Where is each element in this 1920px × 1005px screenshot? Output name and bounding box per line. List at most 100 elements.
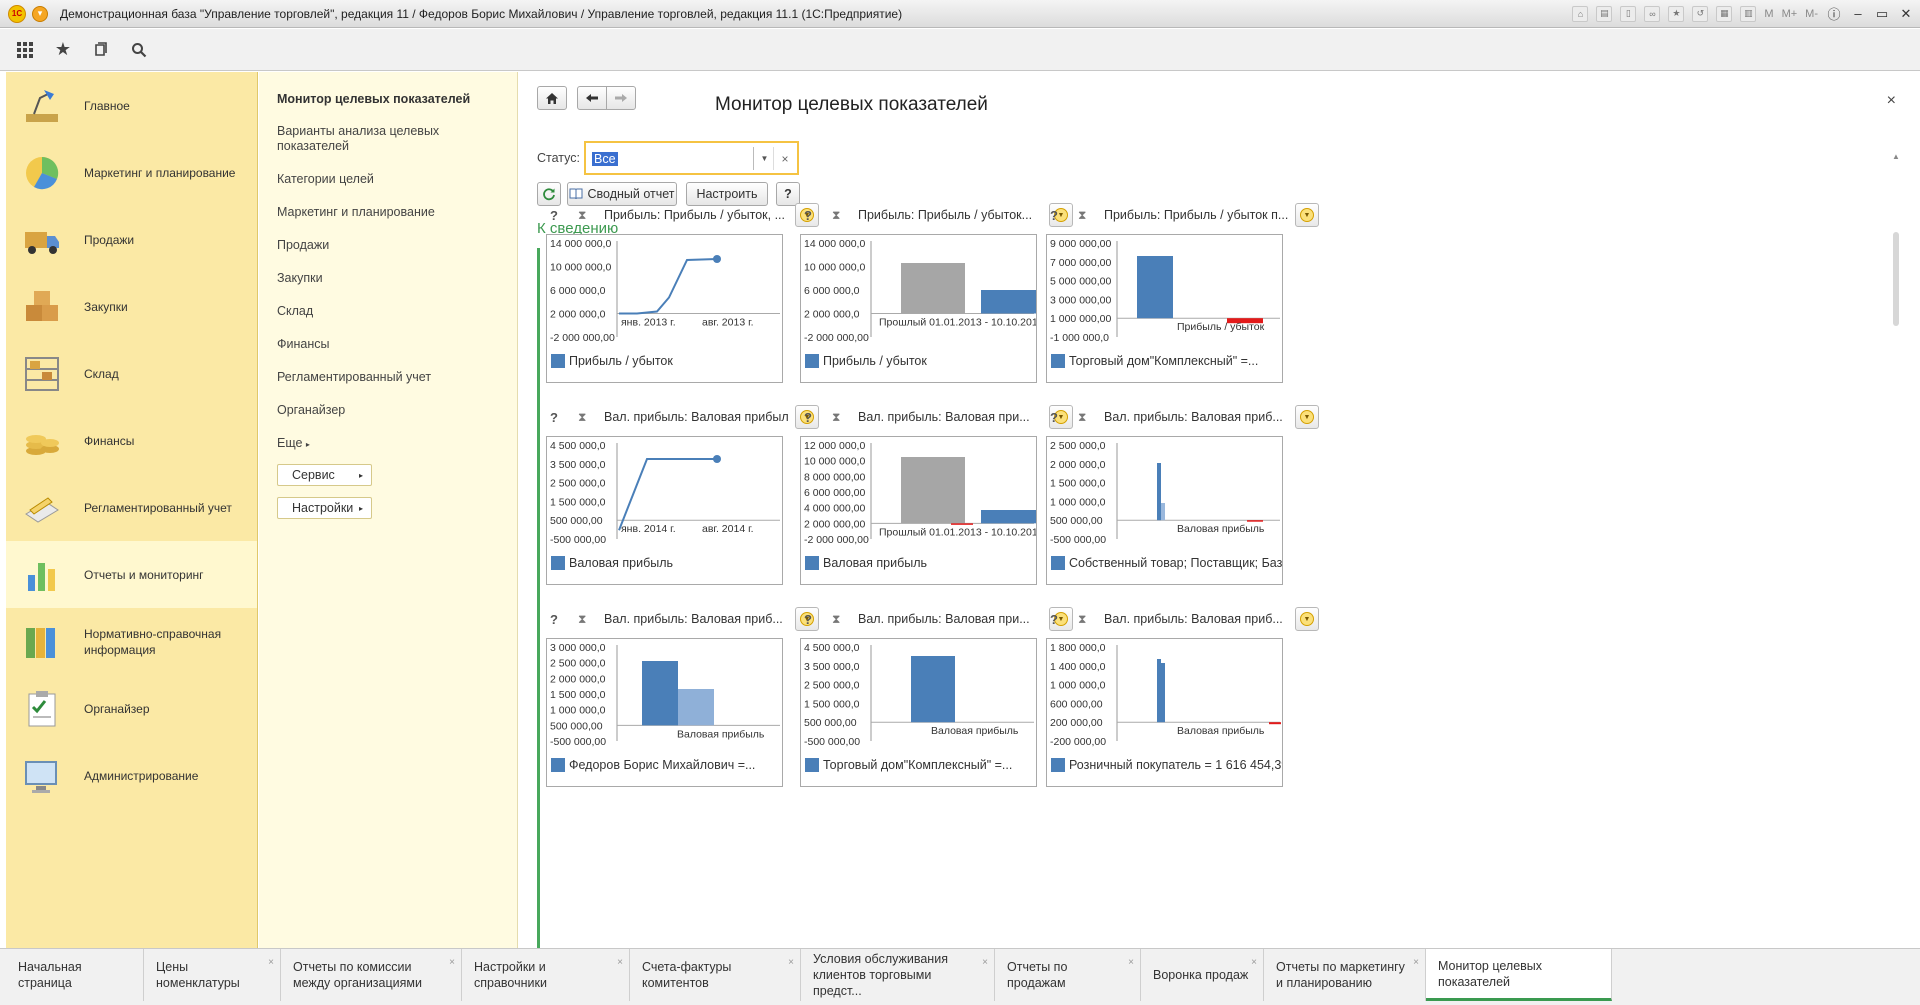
widget-title[interactable]: Прибыль: Прибыль / убыток, ... bbox=[604, 208, 789, 222]
nav-item[interactable]: Финансы bbox=[277, 337, 477, 352]
nav-item[interactable]: Склад bbox=[277, 304, 477, 319]
widget-title[interactable]: Вал. прибыль: Валовая приб... bbox=[1104, 612, 1289, 626]
status-field[interactable]: Все ▼ × bbox=[584, 141, 799, 175]
section-item[interactable]: Регламентированный учет bbox=[6, 474, 257, 541]
memory-minus-button[interactable]: M- bbox=[1805, 8, 1818, 20]
help-icon[interactable]: ? bbox=[804, 410, 818, 425]
nav-item[interactable]: Варианты анализа целевых показателей bbox=[277, 124, 477, 154]
section-item[interactable]: Нормативно-справочная информация bbox=[6, 608, 257, 675]
calendar-icon[interactable]: ▥ bbox=[1740, 5, 1757, 22]
chevron-down-icon[interactable]: ▼ bbox=[756, 147, 774, 170]
close-window-button[interactable]: ✕ bbox=[1898, 6, 1914, 22]
widget-chart[interactable]: 3 000 000,0 2 500 000,0 2 000 000,0 1 500 0… bbox=[546, 638, 783, 787]
section-item[interactable]: Закупки bbox=[6, 273, 257, 340]
section-item[interactable]: Администрирование bbox=[6, 742, 257, 809]
section-item[interactable]: Продажи bbox=[6, 206, 257, 273]
memory-button[interactable]: M bbox=[1764, 8, 1773, 20]
window-tab[interactable]: Отчеты по комиссии между организациями × bbox=[281, 949, 462, 1001]
window-tab[interactable]: Условия обслуживания клиентов торговыми … bbox=[801, 949, 995, 1001]
scroll-thumb[interactable] bbox=[1893, 232, 1899, 326]
section-item[interactable]: Маркетинг и планирование bbox=[6, 139, 257, 206]
document-icon[interactable]: ▯ bbox=[1620, 5, 1637, 22]
settings-button[interactable]: Настройки ▸ bbox=[277, 497, 372, 519]
widget-chart[interactable]: 14 000 000,0 10 000 000,0 6 000 000,0 2 000… bbox=[546, 234, 783, 383]
section-item[interactable]: Отчеты и мониторинг bbox=[6, 541, 257, 608]
home-icon[interactable]: ⌂ bbox=[1572, 5, 1589, 22]
widget-menu-button[interactable]: ▼ bbox=[1295, 405, 1319, 429]
section-item[interactable]: Склад bbox=[6, 340, 257, 407]
widget-title[interactable]: Вал. прибыль: Валовая при... bbox=[858, 612, 1043, 626]
help-icon[interactable]: ? bbox=[550, 208, 564, 223]
close-tab-icon[interactable]: × bbox=[1251, 955, 1257, 971]
clear-icon[interactable]: × bbox=[776, 147, 794, 170]
close-tab-icon[interactable]: × bbox=[982, 955, 988, 971]
section-item[interactable]: Финансы bbox=[6, 407, 257, 474]
service-button[interactable]: Сервис ▸ bbox=[277, 464, 372, 486]
favorites-icon[interactable]: ★ bbox=[1668, 5, 1685, 22]
history-icon[interactable] bbox=[90, 39, 112, 61]
scroll-up-icon[interactable]: ▲ bbox=[1890, 152, 1902, 161]
help-icon[interactable]: ? bbox=[550, 410, 564, 425]
nav-item[interactable]: Регламентированный учет bbox=[277, 370, 477, 385]
nav-item[interactable]: Категории целей bbox=[277, 172, 477, 187]
nav-item[interactable]: Маркетинг и планирование bbox=[277, 205, 477, 220]
history-icon[interactable]: ↺ bbox=[1692, 5, 1709, 22]
widget-title[interactable]: Вал. прибыль: Валовая прибыль... bbox=[604, 410, 789, 424]
search-icon[interactable] bbox=[128, 39, 150, 61]
info-icon[interactable]: ⓘ bbox=[1826, 4, 1842, 23]
restore-button[interactable]: ▭ bbox=[1874, 6, 1890, 22]
nav-title[interactable]: Монитор целевых показателей bbox=[277, 92, 517, 106]
close-tab-icon[interactable]: × bbox=[449, 955, 455, 971]
widget-menu-button[interactable]: ▼ bbox=[1295, 203, 1319, 227]
help-icon[interactable]: ? bbox=[1050, 410, 1064, 425]
close-form-button[interactable]: × bbox=[1887, 92, 1896, 110]
close-tab-icon[interactable]: × bbox=[268, 955, 274, 971]
nav-more-link[interactable]: Еще ▸ bbox=[277, 436, 517, 450]
status-input[interactable]: Все bbox=[589, 147, 754, 170]
calculator-icon[interactable]: ▦ bbox=[1716, 5, 1733, 22]
window-tab[interactable]: Цены номенклатуры × bbox=[144, 949, 281, 1001]
link-icon[interactable]: ∞ bbox=[1644, 5, 1661, 22]
help-icon[interactable]: ? bbox=[1050, 612, 1064, 627]
window-tab[interactable]: Счета-фактуры комитентов × bbox=[630, 949, 801, 1001]
help-icon[interactable]: ? bbox=[804, 208, 818, 223]
close-tab-icon[interactable]: × bbox=[1413, 955, 1419, 971]
window-tab[interactable]: Отчеты по маркетингу и планированию × bbox=[1264, 949, 1426, 1001]
widget-title[interactable]: Вал. прибыль: Валовая приб... bbox=[1104, 410, 1289, 424]
widget-chart[interactable]: 12 000 000,0 10 000 000,0 8 000 000,00 6 00… bbox=[800, 436, 1037, 585]
widget-title[interactable]: Прибыль: Прибыль / убыток п... bbox=[1104, 208, 1289, 222]
close-tab-icon[interactable]: × bbox=[1128, 955, 1134, 971]
minimize-button[interactable]: – bbox=[1850, 6, 1866, 21]
widget-chart[interactable]: 9 000 000,00 7 000 000,00 5 000 000,00 3 00… bbox=[1046, 234, 1283, 383]
window-tab[interactable]: Отчеты по продажам × bbox=[995, 949, 1141, 1001]
vertical-scrollbar[interactable]: ▲ bbox=[1890, 152, 1902, 942]
section-item[interactable]: Органайзер bbox=[6, 675, 257, 742]
close-tab-icon[interactable]: × bbox=[788, 955, 794, 971]
help-icon[interactable]: ? bbox=[804, 612, 818, 627]
apps-grid-icon[interactable] bbox=[14, 39, 36, 61]
window-tab[interactable]: Воронка продаж × bbox=[1141, 949, 1264, 1001]
widget-menu-button[interactable]: ▼ bbox=[1295, 607, 1319, 631]
window-tab[interactable]: Начальная страница bbox=[6, 949, 144, 1001]
close-tab-icon[interactable]: × bbox=[617, 955, 623, 971]
home-button[interactable] bbox=[537, 86, 567, 110]
main-menu-button[interactable]: ▾ bbox=[32, 5, 48, 22]
nav-item[interactable]: Закупки bbox=[277, 271, 477, 286]
widget-title[interactable]: Вал. прибыль: Валовая приб... bbox=[604, 612, 789, 626]
widget-chart[interactable]: 4 500 000,0 3 500 000,0 2 500 000,0 1 500 0… bbox=[546, 436, 783, 585]
widget-chart[interactable]: 1 800 000,0 1 400 000,0 1 000 000,0 600 000… bbox=[1046, 638, 1283, 787]
widget-title[interactable]: Прибыль: Прибыль / убыток... bbox=[858, 208, 1043, 222]
help-icon[interactable]: ? bbox=[550, 612, 564, 627]
section-item[interactable]: Главное bbox=[6, 72, 257, 139]
widget-chart[interactable]: 4 500 000,0 3 500 000,0 2 500 000,0 1 500 0… bbox=[800, 638, 1037, 787]
nav-item[interactable]: Органайзер bbox=[277, 403, 477, 418]
widget-chart[interactable]: 14 000 000,0 10 000 000,0 6 000 000,0 2 000… bbox=[800, 234, 1037, 383]
back-button[interactable] bbox=[577, 86, 607, 110]
widget-title[interactable]: Вал. прибыль: Валовая при... bbox=[858, 410, 1043, 424]
forward-button[interactable] bbox=[606, 86, 636, 110]
widget-chart[interactable]: 2 500 000,0 2 000 000,0 1 500 000,0 1 000 0… bbox=[1046, 436, 1283, 585]
memory-plus-button[interactable]: M+ bbox=[1782, 8, 1798, 20]
window-tab[interactable]: Настройки и справочники × bbox=[462, 949, 630, 1001]
nav-item[interactable]: Продажи bbox=[277, 238, 477, 253]
help-icon[interactable]: ? bbox=[1050, 208, 1064, 223]
